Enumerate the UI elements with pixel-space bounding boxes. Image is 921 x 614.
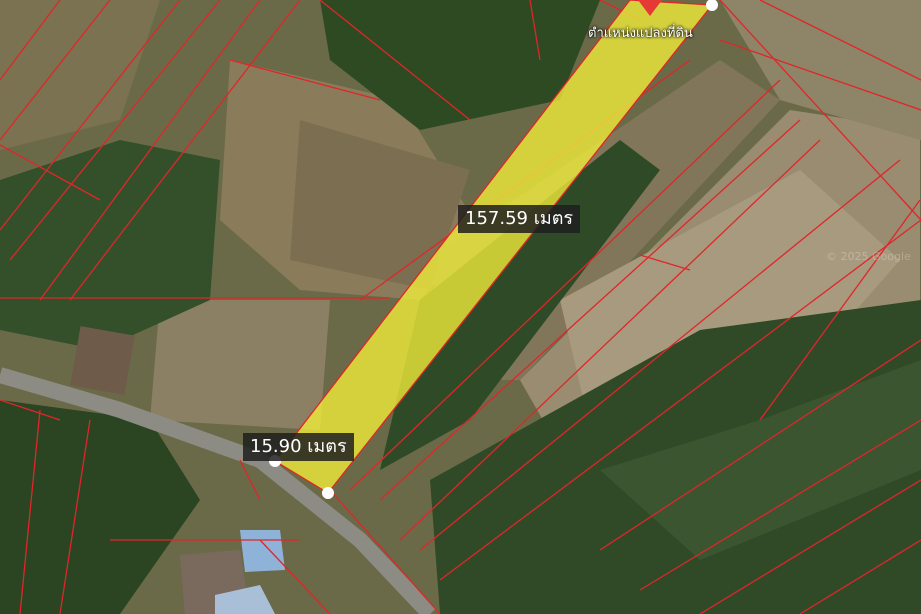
map-watermark: © 2025 Google [826, 250, 911, 263]
parcel-vertex [322, 487, 334, 499]
width-measurement-label: 15.90 เมตร [243, 433, 354, 461]
length-measurement-label: 157.59 เมตร [458, 205, 581, 233]
map-view[interactable]: ตำแหน่งแปลงที่ดิน 157.59 เมตร 15.90 เมตร… [0, 0, 921, 614]
pin-label: ตำแหน่งแปลงที่ดิน [588, 26, 693, 41]
satellite-imagery [0, 0, 921, 614]
